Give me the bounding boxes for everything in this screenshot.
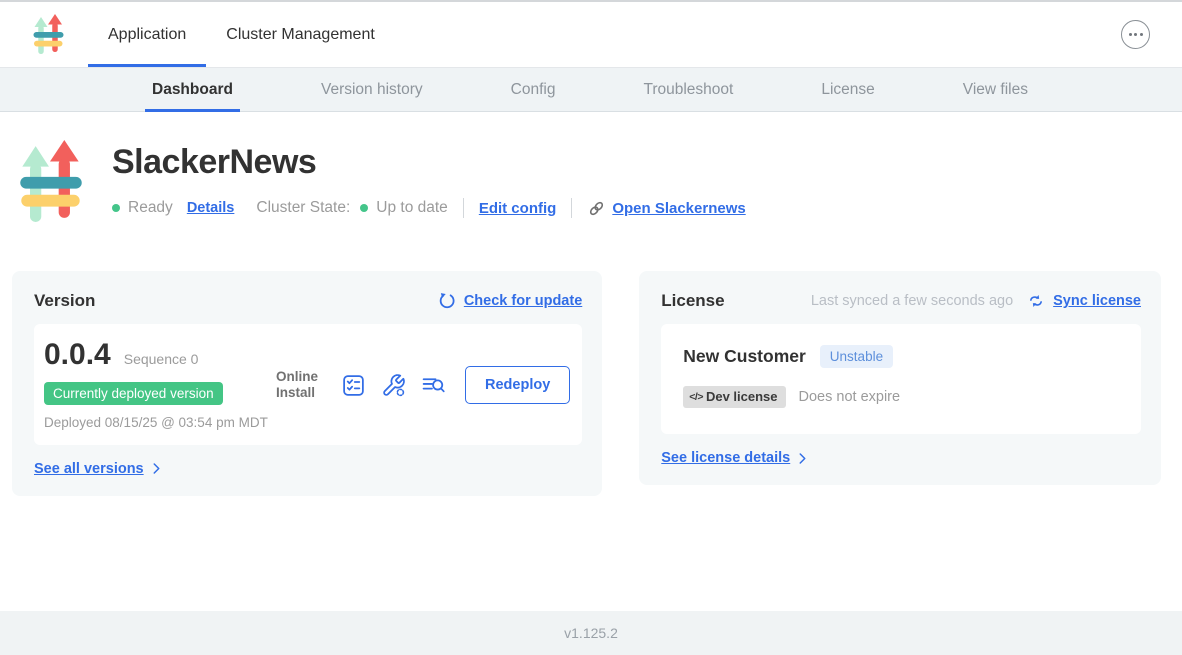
customer-name: New Customer xyxy=(683,346,806,367)
top-nav: Application Cluster Management xyxy=(0,2,1182,68)
app-sub-nav: Dashboard Version history Config Trouble… xyxy=(0,68,1182,112)
top-tab-cluster-management[interactable]: Cluster Management xyxy=(206,2,395,67)
check-for-update-link[interactable]: Check for update xyxy=(464,293,582,309)
top-tab-label: Cluster Management xyxy=(226,26,375,44)
channel-badge: Unstable xyxy=(820,345,893,368)
version-number: 0.0.4 xyxy=(44,338,111,372)
slackernews-logo-icon xyxy=(33,14,64,55)
app-status-row: Ready Details Cluster State: Up to date … xyxy=(112,198,746,218)
link-chain-icon xyxy=(587,199,606,218)
top-nav-right xyxy=(1121,2,1182,67)
config-wrench-icon[interactable] xyxy=(381,373,406,398)
version-card-title: Version xyxy=(34,291,95,311)
chevron-right-icon xyxy=(795,451,810,466)
app-status-dot-icon xyxy=(112,204,120,212)
main-content: SlackerNews Ready Details Cluster State:… xyxy=(0,112,1182,611)
tab-license[interactable]: License xyxy=(814,68,881,111)
edit-config-link[interactable]: Edit config xyxy=(479,200,557,217)
cluster-state-value: Up to date xyxy=(376,199,448,217)
divider xyxy=(571,198,572,218)
install-type-label: Online Install xyxy=(276,369,326,403)
redeploy-button[interactable]: Redeploy xyxy=(465,366,570,404)
dashboard-cards: Version Check for update 0.0.4 Sequence xyxy=(12,271,1161,496)
chevron-right-icon xyxy=(149,461,164,476)
preflight-checks-icon[interactable] xyxy=(341,373,366,398)
current-version-panel: 0.0.4 Sequence 0 Currently deployed vers… xyxy=(34,324,582,445)
admin-console-page: Application Cluster Management Dashboard… xyxy=(0,0,1182,655)
footer-bar: v1.125.2 xyxy=(0,611,1182,655)
tab-dashboard[interactable]: Dashboard xyxy=(145,68,240,111)
last-synced-text: Last synced a few seconds ago xyxy=(811,293,1013,309)
tab-config[interactable]: Config xyxy=(504,68,563,111)
tab-view-files[interactable]: View files xyxy=(956,68,1035,111)
page-title: SlackerNews xyxy=(112,143,746,182)
license-detail-panel: New Customer Unstable </> Dev license Do… xyxy=(661,324,1141,434)
app-status-text: Ready xyxy=(128,199,173,217)
brand-logo[interactable] xyxy=(33,2,64,67)
cluster-state-label: Cluster State: xyxy=(256,199,350,217)
cluster-state-dot-icon xyxy=(360,204,368,212)
deployed-status-badge: Currently deployed version xyxy=(44,382,223,405)
deploy-logs-icon[interactable] xyxy=(421,373,446,398)
divider xyxy=(463,198,464,218)
license-type-badge: </> Dev license xyxy=(683,386,785,408)
sync-license-link[interactable]: Sync license xyxy=(1053,293,1141,309)
version-sequence: Sequence 0 xyxy=(124,351,199,367)
top-tab-label: Application xyxy=(108,26,186,44)
app-logo-icon xyxy=(20,140,82,229)
ellipsis-menu-icon[interactable] xyxy=(1121,20,1150,49)
tab-troubleshoot[interactable]: Troubleshoot xyxy=(636,68,740,111)
app-header: SlackerNews Ready Details Cluster State:… xyxy=(20,140,1182,229)
code-icon: </> xyxy=(689,391,703,403)
details-link[interactable]: Details xyxy=(187,200,235,216)
sync-icon xyxy=(1027,292,1045,310)
top-tab-application[interactable]: Application xyxy=(88,2,206,67)
open-app-link[interactable]: Open Slackernews xyxy=(612,200,745,217)
license-card: License Last synced a few seconds ago Sy… xyxy=(639,271,1161,485)
version-card: Version Check for update 0.0.4 Sequence xyxy=(12,271,602,496)
open-app-link-group[interactable]: Open Slackernews xyxy=(587,199,745,218)
license-card-title: License xyxy=(661,291,724,311)
license-expiration: Does not expire xyxy=(799,389,901,405)
tab-version-history[interactable]: Version history xyxy=(314,68,430,111)
deployed-timestamp: Deployed 08/15/25 @ 03:54 pm MDT xyxy=(44,414,272,433)
refresh-icon xyxy=(438,292,456,310)
see-license-details-link[interactable]: See license details xyxy=(661,450,810,466)
see-all-versions-link[interactable]: See all versions xyxy=(34,461,164,477)
console-version: v1.125.2 xyxy=(564,625,618,641)
